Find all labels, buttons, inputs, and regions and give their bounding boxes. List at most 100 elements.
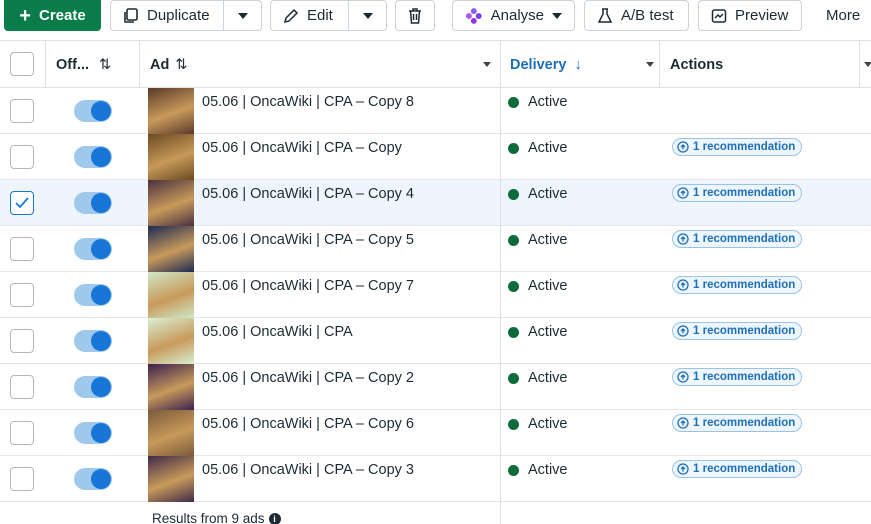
recommendation-label: 1 recommendation [693,417,796,429]
edit-dropdown-button[interactable] [348,1,386,30]
ad-on-off-toggle[interactable] [74,468,112,490]
ad-name[interactable]: 05.06 | OncaWiki | CPA – Copy 8 [202,94,414,110]
ad-name[interactable]: 05.06 | OncaWiki | CPA – Copy [202,140,402,156]
row-checkbox[interactable] [10,421,34,445]
ad-on-off-toggle[interactable] [74,330,112,352]
row-checkbox[interactable] [10,99,34,123]
chevron-down-icon[interactable] [483,62,491,67]
ad-thumbnail[interactable] [148,410,194,456]
row-checkbox[interactable] [10,375,34,399]
table-row[interactable]: 05.06 | OncaWiki | CPA – Copy 3 Active 1 r… [0,456,871,502]
ad-on-off-toggle[interactable] [74,100,112,122]
status-dot-icon [508,235,519,246]
recommendation-badge[interactable]: 1 recommendation [672,230,803,248]
row-checkbox[interactable] [10,283,34,307]
table-row[interactable]: 05.06 | OncaWiki | CPA – Copy 8 Active [0,88,871,134]
column-delivery-label: Delivery [510,56,567,73]
more-button[interactable]: More [826,0,860,31]
column-divider [859,40,860,88]
ad-thumbnail[interactable] [148,180,194,226]
recommendation-badge[interactable]: 1 recommendation [672,184,803,202]
ad-name[interactable]: 05.06 | OncaWiki | CPA – Copy 6 [202,416,414,432]
ad-thumbnail[interactable] [148,226,194,272]
column-off-label: Off... [56,56,90,73]
select-all-checkbox[interactable] [10,52,34,76]
ad-thumbnail[interactable] [148,272,194,318]
ad-name[interactable]: 05.06 | OncaWiki | CPA – Copy 3 [202,462,414,478]
ad-name[interactable]: 05.06 | OncaWiki | CPA – Copy 2 [202,370,414,386]
table-header: Off... ⇅ Ad ⇅ Delivery ↓ Actions [0,40,871,88]
column-divider [139,40,140,88]
row-checkbox[interactable] [10,237,34,261]
ad-name[interactable]: 05.06 | OncaWiki | CPA [202,324,353,340]
ad-on-off-toggle[interactable] [74,146,112,168]
ad-thumbnail[interactable] [148,134,194,180]
duplicate-button[interactable]: Duplicate [111,1,222,30]
row-checkbox[interactable] [10,191,34,215]
column-divider [659,40,660,88]
recommendation-badge[interactable]: 1 recommendation [672,368,803,386]
column-header-actions[interactable]: Actions [670,41,723,88]
toggle-knob [91,147,111,167]
sparkle-icon [465,7,482,24]
chevron-down-icon[interactable] [646,62,654,67]
row-checkbox[interactable] [10,145,34,169]
column-header-next-caret[interactable] [864,41,871,88]
preview-button[interactable]: Preview [698,0,802,31]
analyse-button[interactable]: Analyse [452,0,575,31]
info-icon[interactable]: i [268,512,281,524]
status-dot-icon [508,465,519,476]
row-checkbox[interactable] [10,329,34,353]
table-row[interactable]: 05.06 | OncaWiki | CPA – Copy 7 Active 1 r… [0,272,871,318]
ad-thumbnail[interactable] [148,88,194,134]
table-row[interactable]: 05.06 | OncaWiki | CPA – Copy 5 Active 1 r… [0,226,871,272]
create-button[interactable]: + Create [4,0,101,31]
table-row[interactable]: 05.06 | OncaWiki | CPA Active 1 recommenda… [0,318,871,364]
ad-thumbnail[interactable] [148,364,194,410]
recommendation-icon [677,141,689,153]
arrow-down-icon: ↓ [574,56,582,73]
duplicate-dropdown-button[interactable] [223,1,261,30]
recommendation-badge[interactable]: 1 recommendation [672,460,803,478]
status-dot-icon [508,143,519,154]
ad-on-off-toggle[interactable] [74,284,112,306]
ad-name[interactable]: 05.06 | OncaWiki | CPA – Copy 4 [202,186,414,202]
recommendation-icon [677,187,689,199]
column-header-off[interactable]: Off... ⇅ [56,41,111,88]
ads-table: Off... ⇅ Ad ⇅ Delivery ↓ Actions 05.06 |… [0,40,871,524]
delivery-status: Active [528,278,568,294]
ad-on-off-toggle[interactable] [74,238,112,260]
ad-thumbnail[interactable] [148,456,194,502]
sort-icon: ⇅ [175,56,188,73]
delete-button[interactable] [395,0,435,31]
ad-name[interactable]: 05.06 | OncaWiki | CPA – Copy 5 [202,232,414,248]
ad-on-off-toggle[interactable] [74,422,112,444]
recommendation-badge[interactable]: 1 recommendation [672,138,803,156]
row-checkbox[interactable] [10,467,34,491]
ad-on-off-toggle[interactable] [74,192,112,214]
duplicate-split-button: Duplicate [110,0,262,31]
delivery-status: Active [528,370,568,386]
ad-thumbnail[interactable] [148,318,194,364]
recommendation-icon [677,463,689,475]
table-row[interactable]: 05.06 | OncaWiki | CPA – Copy 4 Active 1 r… [0,180,871,226]
ab-test-button[interactable]: A/B test [584,0,689,31]
table-row[interactable]: 05.06 | OncaWiki | CPA – Copy 6 Active 1 r… [0,410,871,456]
ad-on-off-toggle[interactable] [74,376,112,398]
column-divider [45,40,46,88]
delivery-status: Active [528,324,568,340]
edit-split-button: Edit [270,0,387,31]
table-row[interactable]: 05.06 | OncaWiki | CPA – Copy Active 1 rec… [0,134,871,180]
ad-name[interactable]: 05.06 | OncaWiki | CPA – Copy 7 [202,278,414,294]
select-all-cell [0,41,46,88]
status-dot-icon [508,189,519,200]
recommendation-label: 1 recommendation [693,187,796,199]
edit-button[interactable]: Edit [271,1,345,30]
column-header-delivery[interactable]: Delivery ↓ [510,41,654,88]
recommendation-badge[interactable]: 1 recommendation [672,276,803,294]
recommendation-badge[interactable]: 1 recommendation [672,414,803,432]
delivery-status: Active [528,186,568,202]
table-row[interactable]: 05.06 | OncaWiki | CPA – Copy 2 Active 1 r… [0,364,871,410]
recommendation-badge[interactable]: 1 recommendation [672,322,803,340]
column-header-ad[interactable]: Ad ⇅ [150,41,495,88]
